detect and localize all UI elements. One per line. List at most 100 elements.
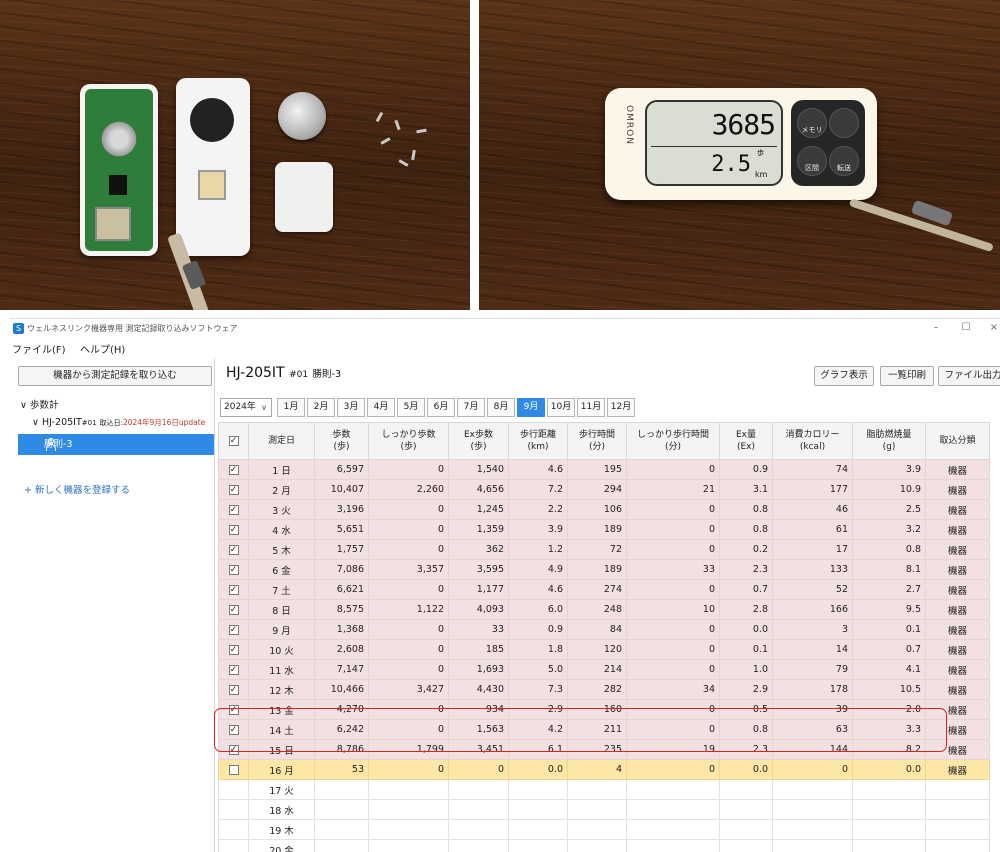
- table-row[interactable]: ✓ 9 月 1,368 0 33 0.9 84 0 0.0 3 0.1 機器: [218, 619, 990, 640]
- tree-node-user-selected[interactable]: 勝則-3: [18, 434, 214, 455]
- value-cell: 0.8: [719, 519, 773, 540]
- table-row[interactable]: ✓ 2 月 10,407 2,260 4,656 7.2 294 21 3.1 177 10.9 機器: [218, 479, 990, 500]
- value-cell: 0.1: [719, 639, 773, 660]
- date-cell: 6 金: [248, 559, 315, 580]
- value-cell: 4.1: [852, 659, 926, 680]
- value-cell: 機器: [925, 539, 990, 560]
- month-tab[interactable]: 12月: [607, 398, 635, 417]
- graph-view-button[interactable]: グラフ表示: [814, 366, 874, 386]
- minimize-button[interactable]: –: [926, 321, 946, 335]
- date-cell: 4 水: [248, 519, 315, 540]
- value-cell: [719, 819, 773, 840]
- table-row[interactable]: ✓ 6 金 7,086 3,357 3,595 4.9 189 33 2.3 133 8.1 機器: [218, 559, 990, 580]
- table-row[interactable]: ✓ 7 土 6,621 0 1,177 4.6 274 0 0.7 52 2.7 機器: [218, 579, 990, 600]
- row-checkbox[interactable]: ✓: [228, 564, 239, 575]
- value-cell: 248: [567, 599, 627, 620]
- value-cell: 機器: [925, 559, 990, 580]
- value-cell: 6.0: [508, 599, 568, 620]
- value-cell: 0: [448, 759, 509, 780]
- table-row[interactable]: ✓ 12 木 10,466 3,427 4,430 7.3 282 34 2.9 178 10.5 機…: [218, 679, 990, 700]
- row-checkbox[interactable]: ✓: [228, 484, 239, 495]
- value-cell: 189: [567, 519, 627, 540]
- app-icon: S: [13, 323, 24, 334]
- tree-node-pedometer[interactable]: ∨ 歩数計: [20, 397, 59, 411]
- month-tab[interactable]: 5月: [397, 398, 425, 417]
- add-device-link[interactable]: + 新しく機器を登録する: [24, 482, 130, 496]
- value-cell: [626, 799, 720, 820]
- print-list-button[interactable]: 一覧印刷: [880, 366, 934, 386]
- table-row[interactable]: 16 月 53 0 0 0.0 4 0 0.0 0 0.0 機器: [218, 759, 990, 780]
- month-tab[interactable]: 2月: [307, 398, 335, 417]
- menu-file[interactable]: ファイル(F): [12, 341, 66, 356]
- month-tab[interactable]: 8月: [487, 398, 515, 417]
- month-tab[interactable]: 4月: [367, 398, 395, 417]
- value-cell: 4.6: [508, 579, 568, 600]
- column-header: 歩行時間 (分): [567, 422, 627, 460]
- table-row[interactable]: ✓ 11 水 7,147 0 1,693 5.0 214 0 1.0 79 4.1 機器: [218, 659, 990, 680]
- case-shell: [176, 78, 250, 256]
- value-cell: 2.5: [852, 499, 926, 520]
- value-cell: 0: [626, 759, 720, 780]
- table-row[interactable]: 18 水: [218, 799, 990, 820]
- date-cell: 18 水: [248, 799, 315, 820]
- value-cell: 8.1: [852, 559, 926, 580]
- photo-disassembled-pedometer: [0, 0, 470, 310]
- table-row[interactable]: 17 火: [218, 779, 990, 800]
- value-cell: 72: [567, 539, 627, 560]
- value-cell: 0: [368, 519, 449, 540]
- row-checkbox[interactable]: ✓: [228, 544, 239, 555]
- row-checkbox[interactable]: ✓: [228, 624, 239, 635]
- value-cell: 0.0: [719, 759, 773, 780]
- menu-help[interactable]: ヘルプ(H): [80, 341, 125, 356]
- row-checkbox[interactable]: ✓: [228, 684, 239, 695]
- table-row[interactable]: ✓ 5 木 1,757 0 362 1.2 72 0 0.2 17 0.8 機器: [218, 539, 990, 560]
- close-button[interactable]: ×: [984, 321, 1000, 335]
- month-tab[interactable]: 3月: [337, 398, 365, 417]
- row-checkbox[interactable]: ✓: [228, 464, 239, 475]
- value-cell: 機器: [925, 479, 990, 500]
- month-tab[interactable]: 10月: [547, 398, 575, 417]
- row-checkbox[interactable]: ✓: [228, 504, 239, 515]
- value-cell: 0: [368, 659, 449, 680]
- month-tab[interactable]: 7月: [457, 398, 485, 417]
- column-header: 測定日: [248, 422, 315, 460]
- value-cell: 5.0: [508, 659, 568, 680]
- table-row[interactable]: 19 木: [218, 819, 990, 840]
- table-row[interactable]: ✓ 8 日 8,575 1,122 4,093 6.0 248 10 2.8 166 9.5 機器: [218, 599, 990, 620]
- value-cell: 195: [567, 459, 627, 480]
- month-tab[interactable]: 11月: [577, 398, 605, 417]
- value-cell: [508, 819, 568, 840]
- table-row[interactable]: ✓ 4 水 5,651 0 1,359 3.9 189 0 0.8 61 3.2 機器: [218, 519, 990, 540]
- window-title: ウェルネスリンク機器専用 測定記録取り込みソフトウェア: [27, 324, 238, 333]
- file-export-button[interactable]: ファイル出力: [938, 366, 1000, 386]
- value-cell: 3,357: [368, 559, 449, 580]
- value-cell: 3.9: [508, 519, 568, 540]
- table-row[interactable]: ✓ 1 日 6,597 0 1,540 4.6 195 0 0.9 74 3.9 機器: [218, 459, 990, 480]
- select-all-column[interactable]: ✓: [218, 422, 249, 460]
- table-row[interactable]: ✓ 3 火 3,196 0 1,245 2.2 106 0 0.8 46 2.5 機器: [218, 499, 990, 520]
- row-checkbox[interactable]: ✓: [228, 524, 239, 535]
- value-cell: 4,430: [448, 679, 509, 700]
- value-cell: 3,427: [368, 679, 449, 700]
- row-checkbox[interactable]: ✓: [228, 664, 239, 675]
- month-tab[interactable]: 1月: [277, 398, 305, 417]
- tree-node-device[interactable]: ∨ HJ-205IT#01 取込日:2024年9月16日update: [32, 417, 205, 428]
- value-cell: 10,407: [314, 479, 369, 500]
- value-cell: 9.5: [852, 599, 926, 620]
- row-checkbox[interactable]: [228, 764, 239, 775]
- row-checkbox[interactable]: ✓: [228, 604, 239, 615]
- maximize-button[interactable]: ☐: [956, 321, 976, 335]
- select-all-checkbox[interactable]: ✓: [228, 435, 239, 446]
- value-cell: 3: [772, 619, 853, 640]
- row-checkbox[interactable]: ✓: [228, 584, 239, 595]
- row-checkbox[interactable]: ✓: [228, 644, 239, 655]
- month-tab[interactable]: 9月: [517, 398, 545, 417]
- value-cell: 178: [772, 679, 853, 700]
- year-select[interactable]: 2024年 ∨: [220, 398, 272, 417]
- table-row[interactable]: 20 金: [218, 839, 990, 852]
- month-tab[interactable]: 6月: [427, 398, 455, 417]
- value-cell: 機器: [925, 599, 990, 620]
- import-records-button[interactable]: 機器から測定記録を取り込む: [18, 366, 212, 386]
- table-row[interactable]: ✓ 10 火 2,608 0 185 1.8 120 0 0.1 14 0.7 機器: [218, 639, 990, 660]
- value-cell: 189: [567, 559, 627, 580]
